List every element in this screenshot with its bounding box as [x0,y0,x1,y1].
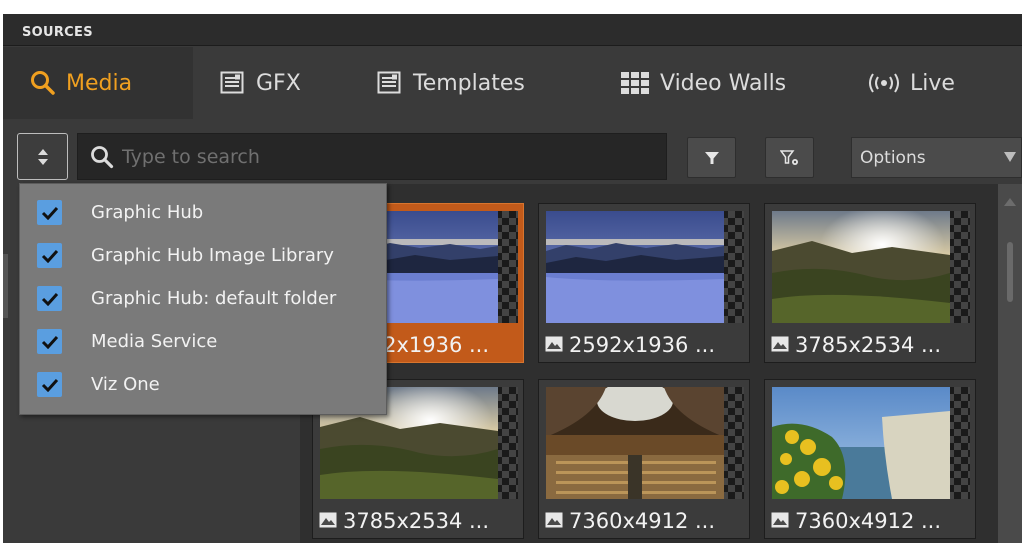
panel-splitter[interactable] [3,254,8,318]
option-label: Graphic Hub [91,202,204,223]
options-dropdown[interactable]: Options [851,137,1022,178]
checkbox[interactable] [37,286,62,311]
tab-templates[interactable]: Templates [377,47,567,119]
options-label: Options [860,147,926,168]
checkbox[interactable] [37,372,62,397]
chevron-down-icon [1004,152,1016,162]
tab-label: Live [910,70,955,96]
media-item-label: 7360x4912 ... [545,506,715,536]
checkmark-icon [41,249,58,263]
tab-media[interactable]: Media [3,47,193,119]
media-item-label: 7360x4912 ... [771,506,941,536]
scroll-thumb[interactable] [1007,242,1013,302]
snow-lake-image [546,211,724,323]
media-item[interactable]: 7360x4912 ... [538,379,750,539]
sort-icon [37,148,48,165]
source-tabs: Media GFX Templates Video Walls Live [3,47,1022,119]
option-label: Graphic Hub: default folder [91,288,337,309]
media-thumbnail [772,387,970,499]
filter-settings-button[interactable] [765,137,814,178]
grid-scrollbar[interactable] [998,184,1022,543]
tab-video-walls[interactable]: Video Walls [620,47,820,119]
video-wall-icon [620,71,650,95]
media-thumbnail [772,211,970,323]
tab-gfx[interactable]: GFX [220,47,330,119]
templates-icon [377,71,403,95]
filter-icon [704,151,719,164]
media-item[interactable]: 2592x1936 ... [538,203,750,363]
option-label: Graphic Hub Image Library [91,245,334,266]
gfx-icon [220,71,246,95]
checkbox[interactable] [37,200,62,225]
source-filter-toggle[interactable] [17,133,68,180]
panel-header: SOURCES [3,14,1022,46]
media-item[interactable]: 7360x4912 ... [764,379,976,539]
checkmark-icon [41,206,58,220]
media-item-label: 3785x2534 ... [319,506,489,536]
checkmark-icon [41,378,58,392]
tab-label: Media [66,70,133,96]
source-option-graphic-hub-default-folder[interactable]: Graphic Hub: default folder [20,277,386,320]
checkbox[interactable] [37,243,62,268]
image-icon [545,509,563,533]
media-grid: 2592x1936 ... 2592x1936 ... 3785x2534 ..… [300,184,998,543]
panel-title: SOURCES [22,25,93,40]
search-icon [30,70,56,96]
checkmark-icon [41,335,58,349]
media-thumbnail [546,387,744,499]
image-icon [771,333,789,357]
tab-label: GFX [256,70,301,96]
media-thumbnail [546,211,744,323]
source-option-media-service[interactable]: Media Service [20,320,386,363]
media-item-label: 2592x1936 ... [545,330,715,360]
search-input[interactable] [122,145,642,168]
media-toolbar: Options [3,119,1022,181]
image-icon [545,333,563,357]
sunset-hills-image [772,211,950,323]
search-box [77,133,667,180]
source-option-graphic-hub[interactable]: Graphic Hub [20,191,386,234]
tab-live[interactable]: Live [868,47,998,119]
sources-panel: SOURCES Media GFX Templates Video Walls … [3,14,1022,543]
image-icon [319,509,337,533]
source-option-graphic-hub-image-library[interactable]: Graphic Hub Image Library [20,234,386,277]
image-icon [771,509,789,533]
checkbox[interactable] [37,329,62,354]
source-filter-menu: Graphic Hub Graphic Hub Image Library Gr… [19,183,387,415]
media-item[interactable]: 3785x2534 ... [764,203,976,363]
tab-label: Templates [413,70,525,96]
cliff-flowers-image [772,387,950,499]
option-label: Media Service [91,331,218,352]
option-label: Viz One [91,374,160,395]
tab-label: Video Walls [660,70,787,96]
checkmark-icon [41,292,58,306]
scroll-up-icon[interactable] [1004,198,1016,206]
media-item-label: 3785x2534 ... [771,330,941,360]
filter-button[interactable] [687,137,736,178]
source-option-viz-one[interactable]: Viz One [20,363,386,406]
search-icon [90,145,114,169]
broadcast-icon [868,72,900,94]
filter-settings-icon [779,149,798,165]
library-hall-image [546,387,724,499]
